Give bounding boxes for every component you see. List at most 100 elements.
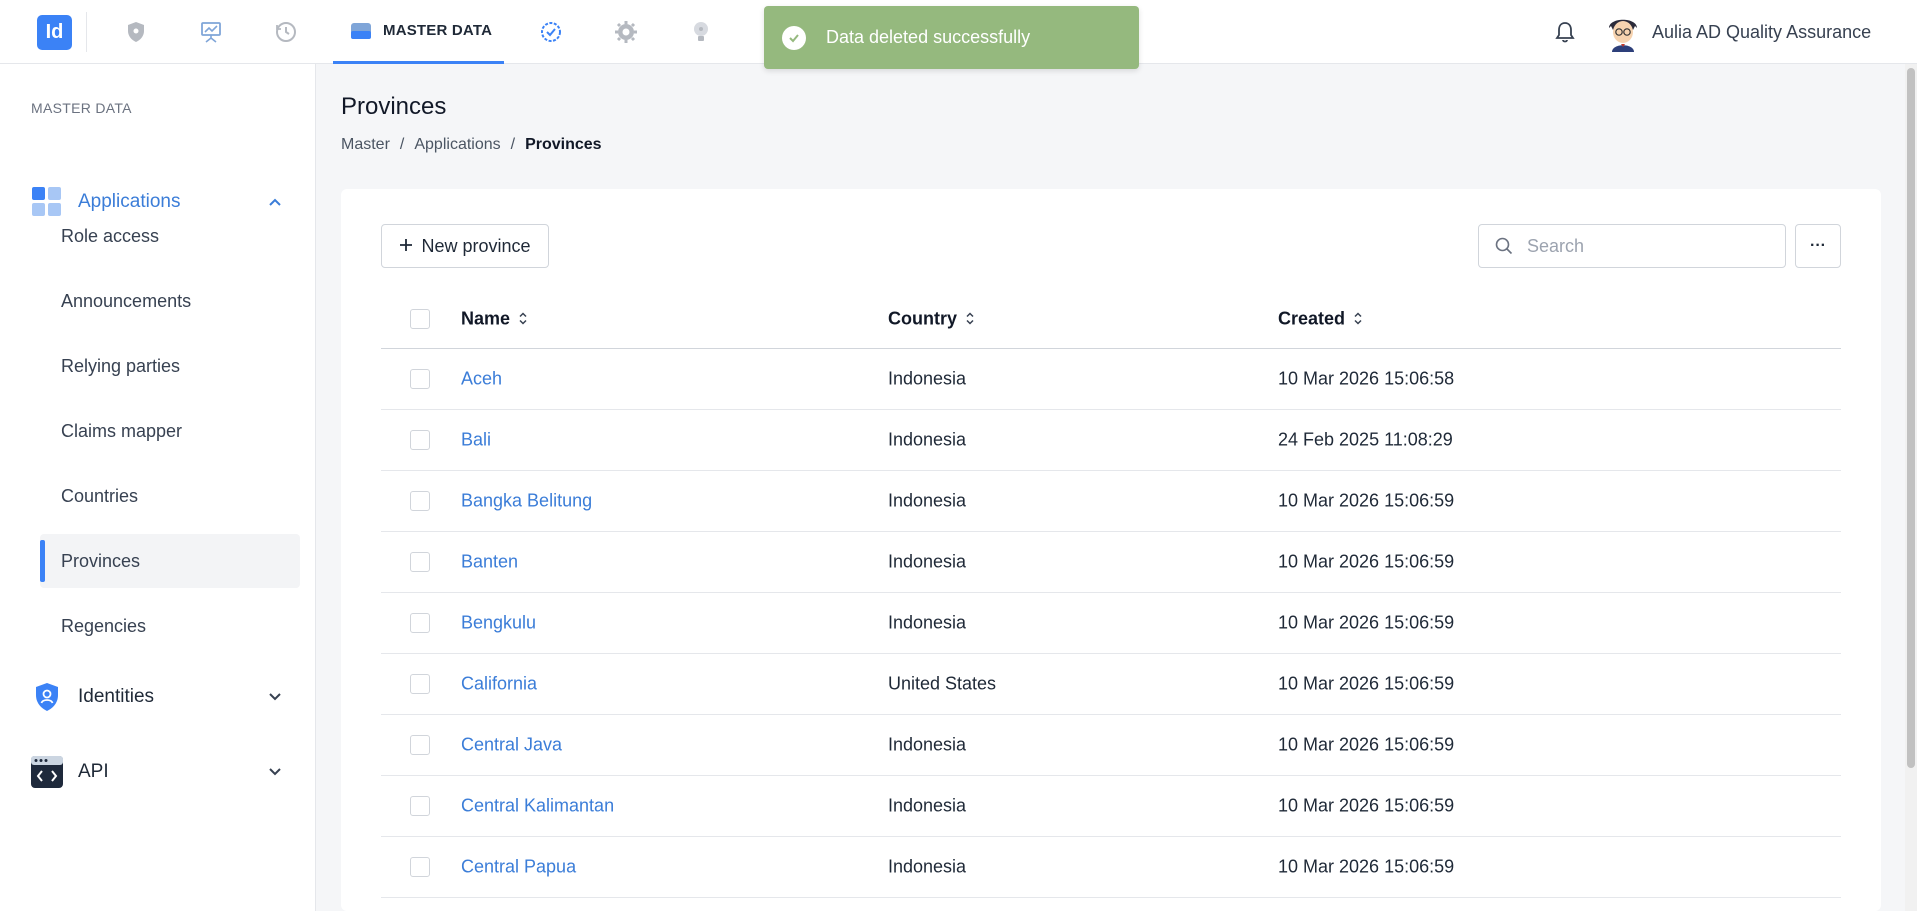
province-name-link[interactable]: Aceh bbox=[461, 369, 502, 390]
province-name-link[interactable]: Central Papua bbox=[461, 857, 576, 878]
tab-master-data[interactable]: MASTER DATA bbox=[333, 0, 504, 64]
sidebar-item-label: Relying parties bbox=[61, 355, 181, 376]
sidebar: MASTER DATA Applications Role access Ann… bbox=[0, 64, 316, 911]
row-checkbox[interactable] bbox=[410, 857, 430, 877]
sidebar-item-relying-parties[interactable]: Relying parties bbox=[40, 339, 300, 393]
province-created: 10 Mar 2026 15:06:59 bbox=[1278, 734, 1455, 755]
sidebar-heading: MASTER DATA bbox=[31, 100, 132, 116]
province-created: 10 Mar 2026 15:06:59 bbox=[1278, 612, 1455, 633]
table-row: California United States 10 Mar 2026 15:… bbox=[381, 654, 1841, 715]
chevron-down-icon bbox=[264, 761, 286, 783]
sidebar-item-claims-mapper[interactable]: Claims mapper bbox=[40, 404, 300, 458]
column-header-created[interactable]: Created bbox=[1278, 308, 1363, 329]
province-created: 10 Mar 2026 15:06:59 bbox=[1278, 673, 1455, 694]
province-country: Indonesia bbox=[888, 856, 967, 877]
province-name-link[interactable]: California bbox=[461, 674, 537, 695]
row-checkbox[interactable] bbox=[410, 491, 430, 511]
search-box[interactable] bbox=[1478, 224, 1786, 268]
identity-shield-icon bbox=[30, 680, 64, 714]
row-checkbox[interactable] bbox=[410, 613, 430, 633]
province-created: 10 Mar 2026 15:06:58 bbox=[1278, 368, 1455, 389]
sidebar-item-announcements[interactable]: Announcements bbox=[40, 274, 300, 328]
sidebar-item-label: Announcements bbox=[61, 290, 192, 311]
province-created: 10 Mar 2026 15:06:59 bbox=[1278, 490, 1455, 511]
table-row: Central Kalimantan Indonesia 10 Mar 2026… bbox=[381, 776, 1841, 837]
province-created: 10 Mar 2026 15:06:59 bbox=[1278, 551, 1455, 572]
province-name-link[interactable]: Central Java bbox=[461, 735, 562, 756]
page-title: Provinces bbox=[341, 93, 447, 120]
province-name-link[interactable]: Bali bbox=[461, 430, 491, 451]
province-country: Indonesia bbox=[888, 429, 967, 450]
notification-bell-icon[interactable] bbox=[1551, 18, 1579, 46]
sidebar-item-label: Countries bbox=[61, 485, 139, 506]
table-header: Name Country Created bbox=[381, 289, 1841, 349]
sidebar-item-countries[interactable]: Countries bbox=[40, 469, 300, 523]
province-country: Indonesia bbox=[888, 612, 967, 633]
sort-icon bbox=[1353, 312, 1363, 326]
tab-master-data-label: MASTER DATA bbox=[383, 22, 493, 39]
select-all-checkbox[interactable] bbox=[410, 308, 430, 329]
sidebar-item-provinces[interactable]: Provinces bbox=[40, 534, 300, 588]
province-country: Indonesia bbox=[888, 551, 967, 572]
row-checkbox[interactable] bbox=[410, 552, 430, 572]
table-row: Central Papua Indonesia 10 Mar 2026 15:0… bbox=[381, 837, 1841, 898]
sidebar-group-api-label: API bbox=[78, 761, 109, 782]
province-name-link[interactable]: Bangka Belitung bbox=[461, 491, 592, 512]
user-avatar[interactable] bbox=[1604, 12, 1642, 52]
province-country: Indonesia bbox=[888, 795, 967, 816]
breadcrumb-separator: / bbox=[510, 136, 516, 153]
column-header-name[interactable]: Name bbox=[461, 308, 528, 329]
sidebar-item-label: Claims mapper bbox=[61, 420, 183, 441]
success-toast[interactable]: Data deleted successfully bbox=[764, 6, 1139, 69]
sort-icon bbox=[965, 312, 975, 326]
table-row: Aceh Indonesia 10 Mar 2026 15:06:58 bbox=[381, 349, 1841, 410]
history-icon[interactable] bbox=[272, 18, 300, 46]
sidebar-item-label: Role access bbox=[61, 225, 160, 246]
sidebar-item-role-access[interactable]: Role access bbox=[40, 209, 300, 263]
breadcrumb-master[interactable]: Master bbox=[341, 136, 390, 154]
province-name-link[interactable]: Bengkulu bbox=[461, 613, 536, 634]
table-row: Bali Indonesia 24 Feb 2025 11:08:29 bbox=[381, 410, 1841, 471]
code-window-icon bbox=[30, 755, 64, 789]
sidebar-group-api[interactable]: API bbox=[0, 747, 316, 797]
app-logo[interactable]: Id bbox=[37, 15, 72, 50]
logo-divider bbox=[86, 12, 87, 52]
user-name[interactable]: Aulia AD Quality Assurance bbox=[1652, 22, 1871, 43]
column-header-name-label: Name bbox=[461, 308, 511, 328]
app-logo-text: Id bbox=[45, 21, 64, 43]
table-row: Banten Indonesia 10 Mar 2026 15:06:59 bbox=[381, 532, 1841, 593]
sidebar-item-label: Provinces bbox=[61, 550, 141, 571]
column-header-country[interactable]: Country bbox=[888, 308, 975, 329]
province-country: United States bbox=[888, 673, 997, 694]
province-country: Indonesia bbox=[888, 368, 967, 389]
province-name-link[interactable]: Central Kalimantan bbox=[461, 796, 614, 817]
sidebar-group-identities[interactable]: Identities bbox=[0, 672, 316, 722]
scrollbar-thumb[interactable] bbox=[1907, 68, 1915, 768]
column-header-country-label: Country bbox=[888, 308, 957, 328]
sort-icon bbox=[518, 312, 528, 326]
province-name-link[interactable]: Banten bbox=[461, 552, 518, 573]
row-checkbox[interactable] bbox=[410, 796, 430, 816]
row-checkbox[interactable] bbox=[410, 369, 430, 389]
checklist-badge-icon[interactable] bbox=[537, 18, 565, 46]
province-country: Indonesia bbox=[888, 490, 967, 511]
more-options-button[interactable]: ··· bbox=[1795, 224, 1841, 268]
breadcrumb-applications[interactable]: Applications bbox=[414, 136, 500, 154]
sidebar-group-identities-label: Identities bbox=[78, 686, 155, 707]
lightbulb-icon[interactable] bbox=[687, 18, 715, 46]
shield-icon[interactable] bbox=[122, 18, 150, 46]
row-checkbox[interactable] bbox=[410, 674, 430, 694]
row-checkbox[interactable] bbox=[410, 430, 430, 450]
table-row: Central Java Indonesia 10 Mar 2026 15:06… bbox=[381, 715, 1841, 776]
search-input[interactable] bbox=[1527, 235, 1767, 257]
presentation-icon[interactable] bbox=[197, 18, 225, 46]
sidebar-item-regencies[interactable]: Regencies bbox=[40, 599, 300, 653]
province-created: 10 Mar 2026 15:06:59 bbox=[1278, 795, 1455, 816]
breadcrumb-current: Provinces bbox=[525, 136, 602, 153]
new-province-button[interactable]: New province bbox=[381, 224, 549, 268]
row-checkbox[interactable] bbox=[410, 735, 430, 755]
gear-icon[interactable] bbox=[612, 18, 640, 46]
more-horizontal-icon: ··· bbox=[1810, 237, 1826, 254]
breadcrumb: Master / Applications / Provinces bbox=[341, 136, 602, 154]
page-scrollbar[interactable] bbox=[1905, 64, 1917, 911]
